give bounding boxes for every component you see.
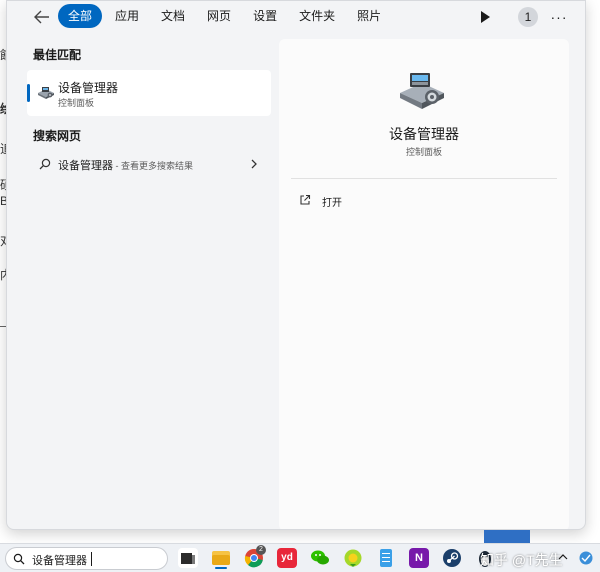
- device-manager-icon: [38, 87, 54, 99]
- notepad-icon[interactable]: [376, 548, 396, 568]
- green-app-icon[interactable]: [343, 548, 363, 568]
- leaf-app-icon: [344, 549, 362, 567]
- taskbar: 设备管理器 2 yd N 知乎 @T先生: [0, 543, 600, 572]
- search-input[interactable]: 设备管理器: [32, 552, 87, 568]
- detail-subtitle: 控制面板: [405, 147, 442, 157]
- chevron-right-icon: [251, 159, 257, 169]
- tray-logo-icon: [579, 551, 593, 565]
- wechat-icon[interactable]: [310, 548, 330, 568]
- chevron-up-icon[interactable]: [558, 552, 568, 562]
- back-button[interactable]: [31, 6, 53, 28]
- chrome-badge: 2: [256, 545, 266, 555]
- device-manager-large-icon: [400, 73, 444, 109]
- tab-folders[interactable]: 文件夹: [290, 4, 344, 28]
- best-match-item[interactable]: 设备管理器 控制面板: [27, 70, 271, 116]
- web-result-query: 设备管理器: [58, 160, 113, 172]
- tray-app-icon[interactable]: [578, 548, 594, 568]
- search-icon: [39, 158, 51, 170]
- text-caret: [91, 552, 92, 566]
- steam-icon[interactable]: [442, 548, 462, 568]
- search-icon: [13, 553, 25, 565]
- open-action[interactable]: 打开: [291, 189, 557, 211]
- open-external-icon: [300, 194, 311, 205]
- web-result-hint: - 查看更多搜索结果: [113, 161, 194, 171]
- tab-documents[interactable]: 文档: [152, 4, 194, 28]
- search-web-heading: 搜索网页: [33, 129, 82, 143]
- best-match-name: 设备管理器: [58, 81, 119, 95]
- tab-settings[interactable]: 设置: [244, 4, 286, 28]
- taskbar-search-box[interactable]: 设备管理器: [5, 547, 168, 570]
- detail-pane: 设备管理器 控制面板 打开: [279, 39, 569, 529]
- play-icon[interactable]: [478, 10, 492, 24]
- web-search-result[interactable]: 设备管理器 - 查看更多搜索结果: [27, 151, 271, 177]
- file-explorer-icon[interactable]: [211, 548, 231, 569]
- watermark: 知乎 @T先生: [480, 552, 563, 568]
- more-options-button[interactable]: ···: [548, 6, 570, 28]
- task-view-icon[interactable]: [178, 548, 198, 568]
- selection-indicator: [27, 84, 30, 102]
- detail-title: 设备管理器: [389, 126, 459, 142]
- filter-bar: 全部 应用 文档 网页 设置 文件夹 照片 1 ···: [7, 1, 585, 33]
- youdao-dictionary-icon[interactable]: yd: [277, 548, 297, 568]
- background-highlight: [484, 530, 530, 543]
- tab-web[interactable]: 网页: [198, 4, 240, 28]
- web-result-text: 设备管理器 - 查看更多搜索结果: [58, 157, 193, 173]
- tab-apps[interactable]: 应用: [106, 4, 148, 28]
- best-match-subtitle: 控制面板: [58, 98, 95, 108]
- search-flyout: 全部 应用 文档 网页 设置 文件夹 照片 1 ··· 最佳匹配 设备管理器 控…: [6, 0, 586, 530]
- tab-all[interactable]: 全部: [58, 4, 103, 28]
- tab-photos[interactable]: 照片: [348, 4, 390, 28]
- arrow-left-icon: [34, 10, 49, 24]
- filter-tabs: 全部 应用 文档 网页 设置 文件夹 照片: [58, 4, 390, 28]
- chrome-icon[interactable]: 2: [244, 545, 266, 568]
- best-match-heading: 最佳匹配: [33, 48, 82, 62]
- steam-logo-icon: [443, 549, 461, 567]
- onenote-icon[interactable]: N: [409, 548, 429, 568]
- open-label: 打开: [322, 198, 342, 209]
- detail-divider: [291, 178, 557, 179]
- rewards-count-badge[interactable]: 1: [518, 7, 538, 27]
- wechat-logo-icon: [311, 550, 329, 565]
